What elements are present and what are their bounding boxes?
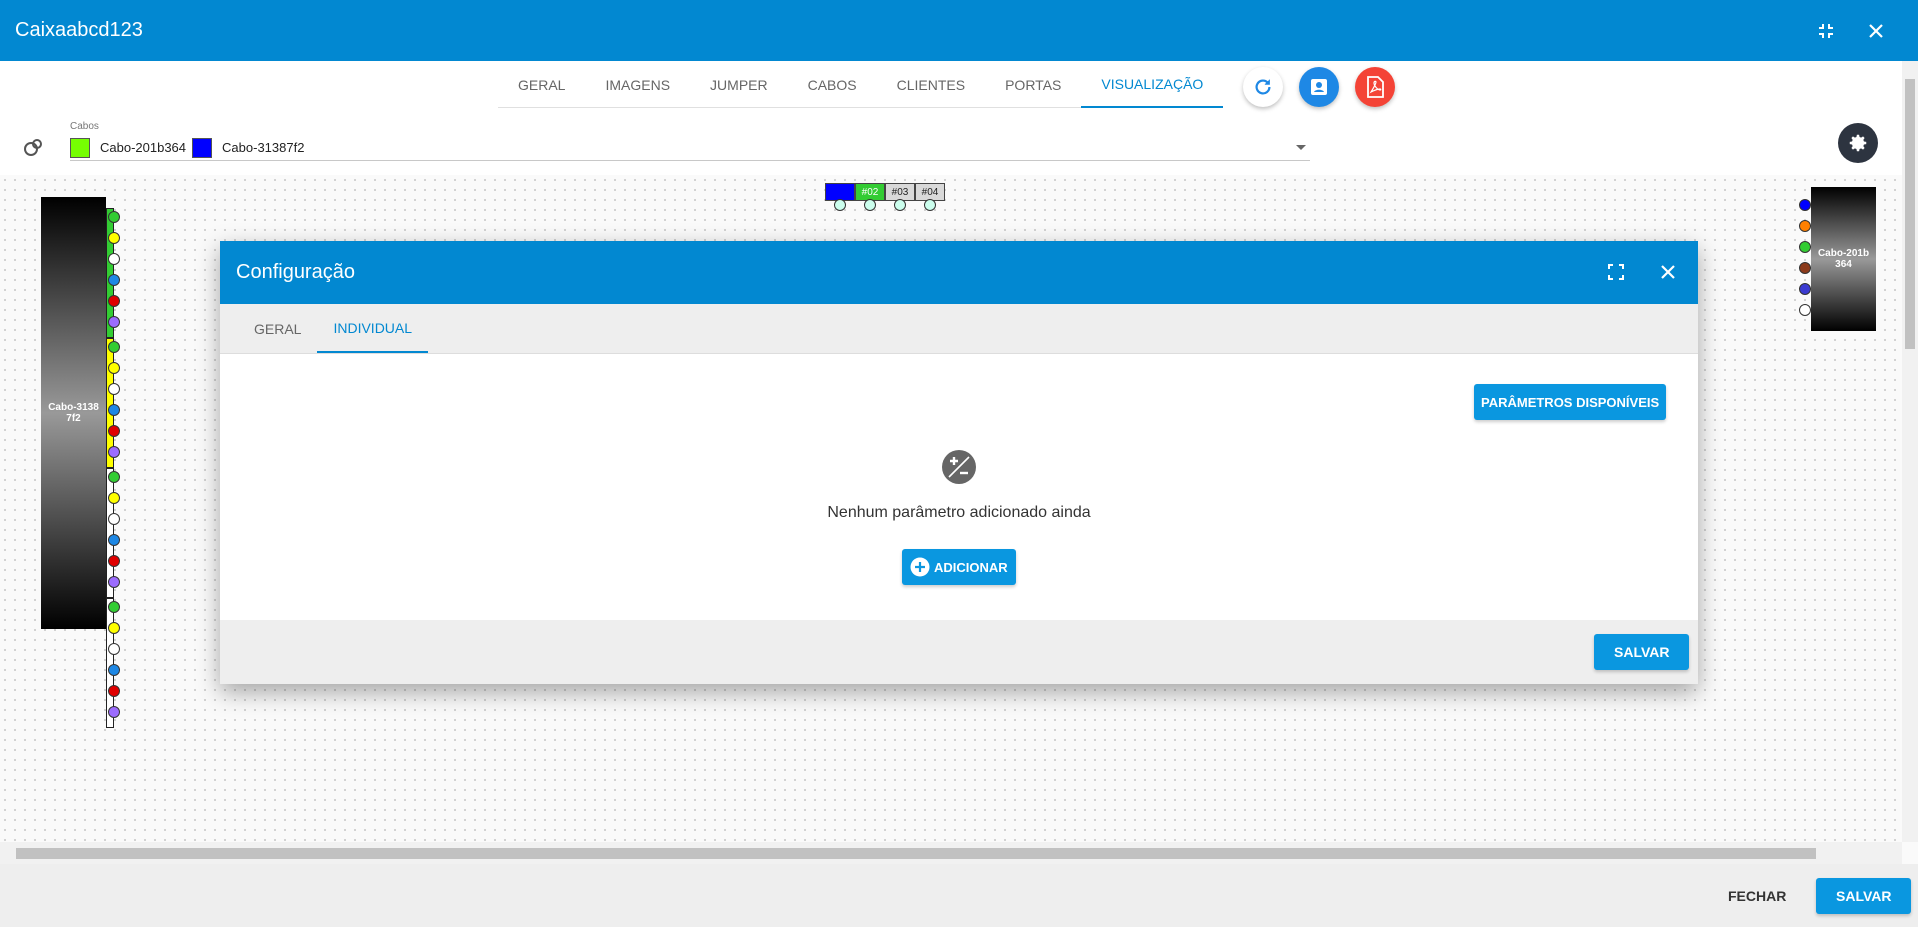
fiber-connector[interactable] [108, 425, 120, 437]
fiber-connector[interactable] [1799, 199, 1811, 211]
fiber-connector[interactable] [108, 274, 120, 286]
fiber-connector[interactable] [108, 664, 120, 676]
fiber-connector[interactable] [1799, 283, 1811, 295]
modal-tab-geral[interactable]: GERAL [238, 304, 317, 353]
fiber-connector[interactable] [108, 253, 120, 265]
horizontal-scrollbar[interactable] [0, 842, 1902, 864]
collapse-icon[interactable] [1810, 15, 1842, 47]
modal-save-button[interactable]: SALVAR [1594, 634, 1690, 670]
tab-imagens[interactable]: IMAGENS [585, 61, 690, 108]
modal-body: PARÂMETROS DISPONÍVEIS Nenhum parâmetro … [220, 354, 1698, 620]
settings-button[interactable] [1838, 123, 1878, 163]
fullscreen-icon[interactable] [1601, 257, 1631, 287]
add-button-label: ADICIONAR [934, 559, 1008, 575]
fiber-connector[interactable] [108, 685, 120, 697]
refresh-button[interactable] [1243, 67, 1283, 107]
cable-color-swatch [70, 137, 90, 158]
fiber-connector[interactable] [108, 513, 120, 525]
fiber-connector[interactable] [108, 492, 120, 504]
fiber-connector[interactable] [108, 555, 120, 567]
vertical-scrollbar[interactable] [1902, 61, 1918, 842]
modal-tabs: GERAL INDIVIDUAL [220, 304, 1698, 354]
configuration-modal: Configuração GERAL INDIVIDUAL PARÂMETROS… [220, 241, 1698, 684]
tab-visualizacao[interactable]: VISUALIZAÇÃO [1081, 61, 1224, 108]
tab-clientes[interactable]: CLIENTES [877, 61, 985, 108]
modal-title: Configuração [236, 261, 355, 283]
chevron-down-icon[interactable] [1296, 145, 1306, 150]
fiber-connector[interactable] [108, 362, 120, 374]
window-title: Caixaabcd123 [15, 19, 143, 41]
dialog-footer: FECHAR SALVAR [0, 864, 1918, 927]
fiber-connector[interactable] [108, 446, 120, 458]
cable-block-right[interactable]: Cabo-201b 364 [1811, 187, 1876, 331]
contact-card-icon [1311, 79, 1327, 95]
port-connector[interactable] [924, 199, 936, 211]
cable-color-swatch [192, 137, 213, 158]
cable-selector-row: Cabos Cabo-201b364 Cabo-31387f2 [0, 121, 1918, 175]
empty-state-text: Nenhum parâmetro adicionado ainda [827, 504, 1091, 521]
window-titlebar: Caixaabcd123 [0, 0, 1918, 61]
refresh-icon [1255, 79, 1271, 95]
fiber-connector[interactable] [108, 383, 120, 395]
pdf-button[interactable] [1355, 67, 1395, 107]
tab-geral[interactable]: GERAL [498, 61, 585, 108]
fiber-connector[interactable] [1799, 220, 1811, 232]
fiber-connector[interactable] [1799, 262, 1811, 274]
tab-jumper[interactable]: JUMPER [690, 61, 788, 108]
fiber-connector[interactable] [108, 471, 120, 483]
modal-footer: SALVAR [220, 620, 1698, 684]
fiber-connector[interactable] [108, 341, 120, 353]
fiber-connector[interactable] [108, 601, 120, 613]
fiber-connector[interactable] [108, 643, 120, 655]
modal-header: Configuração [220, 241, 1698, 304]
plus-minus-icon [941, 449, 977, 490]
port-connector[interactable] [834, 199, 846, 211]
port-connector[interactable] [864, 199, 876, 211]
cable-chip-label: Cabo-31387f2 [222, 140, 305, 155]
main-tabs-bar: GERAL IMAGENS JUMPER CABOS CLIENTES PORT… [0, 61, 1918, 121]
fiber-connector[interactable] [108, 534, 120, 546]
close-button[interactable]: FECHAR [1712, 878, 1802, 914]
pdf-icon [1367, 76, 1384, 98]
scrollbar-thumb[interactable] [16, 848, 1816, 859]
tab-cabos[interactable]: CABOS [788, 61, 877, 108]
fiber-connector[interactable] [1799, 304, 1811, 316]
fiber-connector[interactable] [108, 576, 120, 588]
scrollbar-thumb[interactable] [1905, 79, 1915, 349]
fiber-connector[interactable] [108, 232, 120, 244]
user-button[interactable] [1299, 67, 1339, 107]
fiber-connector[interactable] [108, 404, 120, 416]
port-connector[interactable] [894, 199, 906, 211]
fiber-connector[interactable] [108, 622, 120, 634]
gear-icon [1849, 134, 1867, 152]
link-icon[interactable] [22, 135, 46, 164]
add-button[interactable]: ADICIONAR [902, 549, 1016, 585]
available-params-button[interactable]: PARÂMETROS DISPONÍVEIS [1474, 384, 1667, 420]
fiber-connector[interactable] [108, 211, 120, 223]
modal-tab-individual[interactable]: INDIVIDUAL [317, 304, 429, 353]
close-icon[interactable] [1860, 15, 1892, 47]
add-circle-icon [910, 557, 930, 577]
fiber-connector[interactable] [108, 706, 120, 718]
tab-portas[interactable]: PORTAS [985, 61, 1081, 108]
main-tabs: GERAL IMAGENS JUMPER CABOS CLIENTES PORT… [498, 61, 1224, 108]
fiber-connector[interactable] [108, 295, 120, 307]
cable-select[interactable]: Cabo-201b364 Cabo-31387f2 [70, 135, 1310, 161]
fiber-connector[interactable] [108, 316, 120, 328]
cable-select-label: Cabos [70, 121, 99, 132]
save-button[interactable]: SALVAR [1816, 878, 1912, 914]
cable-block-left[interactable]: Cabo-3138 7f2 [41, 197, 106, 629]
cable-chip-label: Cabo-201b364 [100, 140, 187, 155]
fiber-connector[interactable] [1799, 241, 1811, 253]
modal-close-icon[interactable] [1653, 257, 1683, 287]
